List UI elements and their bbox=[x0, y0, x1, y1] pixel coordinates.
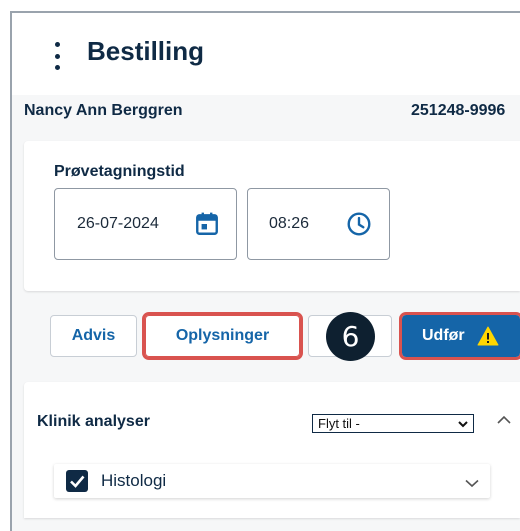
advis-button[interactable]: Advis bbox=[50, 315, 137, 357]
warning-icon bbox=[477, 326, 499, 346]
patient-name: Nancy Ann Berggren bbox=[24, 102, 183, 119]
expand-chevron-icon[interactable] bbox=[463, 474, 481, 492]
time-field[interactable]: 08:26 bbox=[247, 188, 390, 260]
time-value: 08:26 bbox=[269, 215, 310, 232]
histology-checkbox[interactable] bbox=[66, 470, 88, 492]
calendar-icon[interactable] bbox=[194, 211, 220, 237]
analyses-title: Klinik analyser bbox=[37, 413, 150, 430]
oplysninger-button[interactable]: Oplysninger bbox=[142, 312, 303, 360]
chevron-down-icon bbox=[458, 421, 468, 428]
chevron-up-icon[interactable] bbox=[494, 410, 514, 430]
date-value: 26-07-2024 bbox=[77, 215, 159, 232]
histology-label: Histologi bbox=[101, 471, 167, 490]
page-title: Bestilling bbox=[87, 36, 205, 66]
kebab-menu-icon[interactable] bbox=[47, 42, 67, 70]
clock-icon[interactable] bbox=[346, 211, 372, 237]
step-number-badge: 6 bbox=[326, 312, 375, 361]
udfor-label: Udfør bbox=[422, 327, 465, 344]
move-to-value: Flyt til - bbox=[318, 416, 360, 431]
sampling-time-label: Prøvetagningstid bbox=[54, 163, 185, 180]
udfor-button[interactable]: Udfør bbox=[399, 312, 520, 360]
date-field[interactable]: 26-07-2024 bbox=[54, 188, 237, 260]
move-to-select[interactable]: Flyt til - bbox=[312, 414, 474, 433]
checkmark-icon bbox=[70, 475, 85, 488]
patient-id: 251248-9996 bbox=[411, 102, 506, 119]
